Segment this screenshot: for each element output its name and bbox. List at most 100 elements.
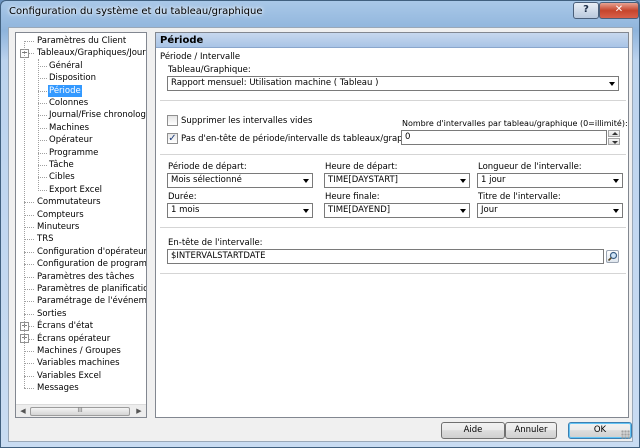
duration-value: 1 mois <box>171 205 200 215</box>
end-time-label: Heure finale: <box>325 192 380 202</box>
duration-label: Durée: <box>168 192 197 202</box>
start-period-value: Mois sélectionné <box>171 175 242 185</box>
tree-item[interactable]: Machines / Groupes <box>36 345 122 357</box>
tree-connector <box>38 152 47 154</box>
tree-connector <box>24 202 34 204</box>
interval-title-label: Titre de l'intervalle: <box>478 192 561 202</box>
tree-item[interactable]: Sorties <box>36 308 67 320</box>
tree-item[interactable]: Commutateurs <box>36 196 102 208</box>
start-period-select[interactable]: Mois sélectionné <box>167 173 313 188</box>
help-button[interactable]: Aide <box>441 422 505 439</box>
interval-length-value: 1 jour <box>481 175 506 185</box>
spin-down-icon[interactable] <box>608 138 620 145</box>
tree-connector <box>38 127 47 129</box>
tree-connector <box>24 227 34 228</box>
browse-button[interactable] <box>606 250 619 263</box>
cancel-button[interactable]: Annuler <box>505 422 557 439</box>
tree-item[interactable]: Paramètres de planification <box>36 283 146 295</box>
interval-title-select[interactable]: Jour <box>477 203 623 218</box>
interval-length-label: Longueur de l'intervalle: <box>478 162 582 172</box>
separator <box>160 154 626 155</box>
tree-item[interactable]: Paramètres du Client <box>36 35 127 47</box>
separator <box>160 227 626 228</box>
end-time-select[interactable]: TIME[DAYEND] <box>324 203 470 218</box>
tree-item[interactable]: TRS <box>36 233 55 245</box>
tree-connector <box>24 251 34 253</box>
tree-connector <box>24 388 34 390</box>
nb-intervals-input[interactable]: 0 <box>401 130 607 145</box>
tree-connector <box>24 214 34 216</box>
window-title: Configuration du système et du tableau/g… <box>9 6 263 17</box>
interval-length-select[interactable]: 1 jour <box>477 173 623 188</box>
tree-connector <box>24 41 25 389</box>
separator <box>160 273 626 274</box>
magnifier-icon <box>607 251 618 262</box>
tree-item[interactable]: Écrans opérateur <box>36 333 111 345</box>
settings-tree[interactable]: ◀ III ▶ Paramètres du Client Tableaux/Gra… <box>15 32 147 418</box>
tree-item[interactable]: Colonnes <box>48 97 89 109</box>
tree-item[interactable]: Paramètres des tâches <box>36 271 135 283</box>
tree-item[interactable]: Opérateur <box>48 134 93 146</box>
tree-item[interactable]: Écrans d'état <box>36 320 94 332</box>
tree-connector <box>38 140 47 142</box>
tree-item[interactable]: Journal/Frise chronologique <box>48 109 146 121</box>
chevron-down-icon <box>303 209 309 213</box>
tree-item[interactable]: Variables Excel <box>36 370 102 382</box>
no-header-label: Pas d'en-tête de période/intervalle ds t… <box>181 134 427 144</box>
title-bar[interactable]: Configuration du système et du tableau/g… <box>1 1 639 25</box>
tableau-select[interactable]: Rapport mensuel: Utilisation machine ( T… <box>167 76 619 91</box>
end-time-value: TIME[DAYEND] <box>328 205 391 215</box>
tree-connector <box>24 289 34 290</box>
resize-grip-icon[interactable] <box>621 430 630 439</box>
tree-connector <box>24 351 34 352</box>
scroll-left-icon[interactable]: ◀ <box>17 406 29 417</box>
chevron-down-icon <box>613 179 619 183</box>
tree-item[interactable]: Export Excel <box>48 184 103 196</box>
chevron-down-icon <box>460 179 466 183</box>
interval-title-value: Jour <box>481 205 498 215</box>
tree-item[interactable]: Variables machines <box>36 357 121 369</box>
close-icon[interactable]: ✕ <box>599 2 639 19</box>
separator <box>160 100 626 101</box>
tree-item[interactable]: Configuration de programme <box>36 258 146 270</box>
tree-item[interactable]: Machines <box>48 122 90 134</box>
tableau-label: Tableau/Graphique: <box>168 65 251 75</box>
spin-up-icon[interactable] <box>608 130 620 137</box>
scroll-right-icon[interactable]: ▶ <box>133 406 145 417</box>
nb-intervals-label: Nombre d'intervalles par tableau/graphiq… <box>402 119 628 128</box>
start-time-select[interactable]: TIME[DAYSTART] <box>324 173 470 188</box>
tree-item[interactable]: Disposition <box>48 72 97 84</box>
interval-header-input[interactable]: $INTERVALSTARTDATE <box>167 249 604 264</box>
tree-item[interactable]: Tableaux/Graphiques/Journal <box>36 47 146 59</box>
tree-connector <box>24 375 34 377</box>
help-icon[interactable]: ? <box>573 2 599 19</box>
tree-item[interactable]: Configuration d'opérateur <box>36 246 146 258</box>
tree-horizontal-scrollbar[interactable]: ◀ III ▶ <box>16 404 146 417</box>
chevron-down-icon <box>613 209 619 213</box>
tree-item[interactable]: Cibles <box>48 171 76 183</box>
chevron-down-icon <box>303 179 309 183</box>
tree-item[interactable]: Période <box>48 84 82 97</box>
tree-item[interactable]: Compteurs <box>36 209 85 221</box>
settings-panel: Période Période / Intervalle Tableau/Gra… <box>155 32 629 418</box>
start-time-value: TIME[DAYSTART] <box>328 175 399 185</box>
tree-item[interactable]: Programme <box>48 147 99 159</box>
start-time-label: Heure de départ: <box>325 162 398 172</box>
tree-connector <box>24 264 34 266</box>
tree-item[interactable]: Messages <box>36 382 80 394</box>
tree-item[interactable]: Minuteurs <box>36 221 80 233</box>
tree-connector <box>38 115 47 117</box>
tree-connector <box>24 41 34 42</box>
tree-connector <box>24 313 34 315</box>
tree-connector <box>24 363 34 365</box>
tableau-value: Rapport mensuel: Utilisation machine ( T… <box>171 78 379 88</box>
suppress-empty-checkbox[interactable] <box>167 115 178 126</box>
scroll-thumb[interactable]: III <box>30 407 130 416</box>
duration-select[interactable]: 1 mois <box>167 203 313 218</box>
tree-item[interactable]: Tâche <box>48 159 75 171</box>
interval-header-label: En-tête de l'intervalle: <box>168 238 263 248</box>
no-header-checkbox[interactable]: ✓ <box>167 133 178 144</box>
tree-item[interactable]: Paramétrage de l'événement <box>36 295 146 307</box>
tree-item[interactable]: Général <box>48 60 84 72</box>
tree-connector <box>38 78 47 80</box>
